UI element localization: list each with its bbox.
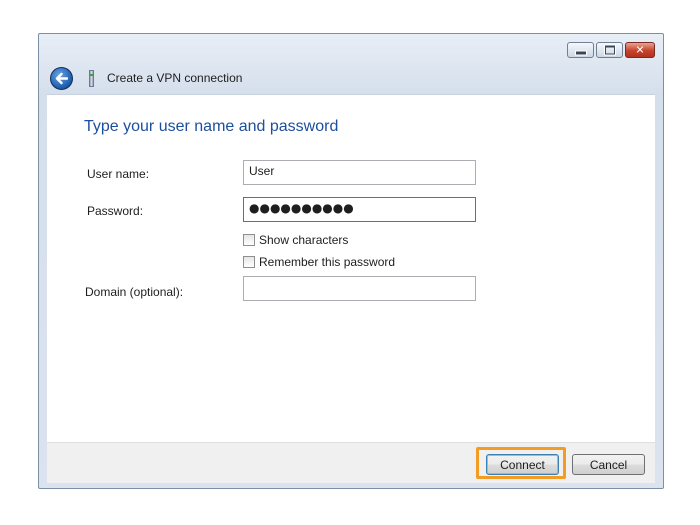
- domain-label: Domain (optional):: [85, 285, 184, 299]
- show-characters-label: Show characters: [259, 233, 349, 247]
- caption-buttons: ✕: [567, 42, 655, 58]
- username-field[interactable]: User: [243, 160, 476, 185]
- vpn-network-icon: [89, 70, 94, 87]
- show-characters-checkbox[interactable]: [243, 234, 255, 246]
- username-label: User name:: [87, 167, 150, 181]
- close-icon: ✕: [635, 43, 645, 57]
- minimize-button[interactable]: [567, 42, 594, 58]
- show-characters-option[interactable]: Show characters: [243, 233, 348, 247]
- remember-password-label: Remember this password: [259, 255, 396, 269]
- maximize-button[interactable]: [596, 42, 623, 58]
- maximize-icon: [604, 45, 615, 55]
- cancel-button[interactable]: Cancel: [572, 454, 645, 475]
- remember-password-option[interactable]: Remember this password: [243, 255, 395, 269]
- back-arrow-icon: [55, 72, 68, 85]
- connect-highlight-box: [476, 447, 566, 479]
- window-title: Create a VPN connection: [107, 71, 243, 85]
- remember-password-checkbox[interactable]: [243, 256, 255, 268]
- minimize-icon: [574, 50, 587, 56]
- password-field[interactable]: ●●●●●●●●●●: [243, 197, 476, 222]
- wizard-content: Type your user name and password User na…: [47, 94, 655, 443]
- password-label: Password:: [87, 204, 144, 218]
- back-button[interactable]: [50, 67, 73, 90]
- close-button[interactable]: ✕: [625, 42, 655, 58]
- page-heading: Type your user name and password: [84, 118, 339, 135]
- domain-field[interactable]: [243, 276, 476, 301]
- vpn-wizard-window: ✕ Create a VPN connection Type your user…: [38, 33, 664, 489]
